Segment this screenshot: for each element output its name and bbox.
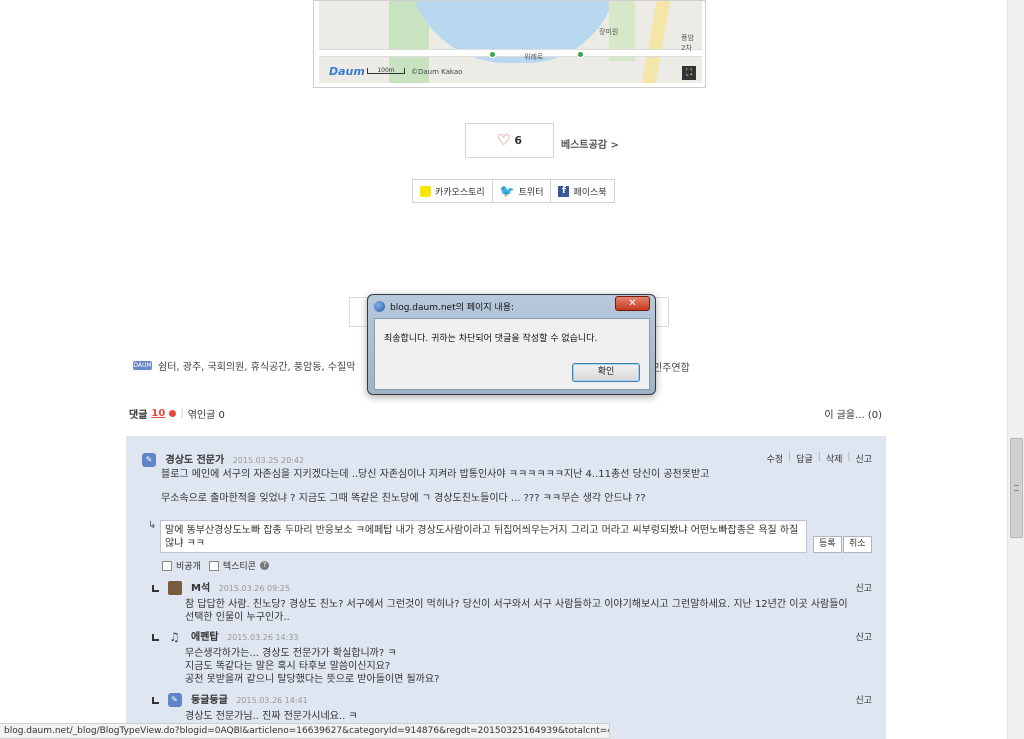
close-button[interactable]: ✕ bbox=[615, 296, 650, 311]
dialog-message: 죄송합니다. 귀하는 차단되어 댓글을 작성할 수 없습니다. bbox=[384, 334, 598, 344]
divider: | bbox=[817, 452, 821, 462]
comment-icon: ✎ bbox=[167, 693, 182, 707]
reply-author[interactable]: 에펜탑 bbox=[191, 632, 219, 643]
map-copyright: ©Daum Kakao bbox=[411, 68, 463, 76]
share-twitter-button[interactable]: 🐦 트위터 bbox=[493, 180, 552, 202]
map-road-vertical bbox=[641, 1, 671, 83]
fullscreen-icon[interactable]: ⛶ bbox=[682, 66, 696, 80]
reply-button[interactable]: 답글 bbox=[796, 452, 813, 465]
reply-author[interactable]: M석 bbox=[191, 583, 210, 594]
reply-date: 2015.03.26 14:41 bbox=[236, 696, 308, 705]
share-twitter-label: 트위터 bbox=[518, 187, 544, 198]
heart-icon: ♡ bbox=[496, 131, 511, 149]
edit-button[interactable]: 수정 bbox=[767, 452, 784, 465]
emoticon-label: 텍스티콘 bbox=[222, 562, 256, 572]
help-icon[interactable]: ? bbox=[259, 561, 269, 570]
reply-indent-icon bbox=[152, 696, 159, 704]
reply-arrow-icon: ↳ bbox=[148, 520, 157, 531]
comments-label: 댓글 bbox=[129, 410, 148, 421]
share-bar: 카카오스토리 🐦 트위터 f 페이스북 bbox=[412, 179, 615, 203]
divider: | bbox=[847, 452, 851, 462]
comment-body-line: 무소속으로 출마한적을 잊었냐 ? 지금도 그때 똑같은 친노당에 ㄱ 경상도친… bbox=[161, 493, 646, 504]
scrollbar-grip-icon bbox=[1014, 485, 1019, 491]
map-label: 위례로 bbox=[524, 53, 544, 61]
alert-dialog: blog.daum.net의 페이지 내용: ✕ 죄송합니다. 귀하는 차단되어… bbox=[367, 294, 656, 395]
reply-header: ✎ 둥글둥글 2015.03.26 14:41 bbox=[152, 691, 308, 707]
best-empathy-link[interactable]: 베스트공감 > bbox=[561, 136, 619, 151]
comments-panel: ✎ 경상도 전문가 2015.03.25 20:42 수정 | 답글 | 삭제 | 신… bbox=[126, 436, 886, 739]
reply-body-line: 무슨생각하가는... 경상도 전문가가 확실합니까? ㅋ bbox=[185, 648, 397, 659]
report-button[interactable]: 신고 bbox=[855, 581, 872, 594]
facebook-icon: f bbox=[558, 185, 570, 197]
like-count: 6 bbox=[514, 134, 523, 147]
share-kakaostory-button[interactable]: 카카오스토리 bbox=[413, 180, 493, 202]
reply-body-line: 지금도 똑같다는 말은 혹시 타후보 말씀이신지요? bbox=[185, 661, 391, 672]
tag-links[interactable]: 쉼터, 광주, 국회의원, 휴식공간, 풍암동, 수질악 bbox=[158, 358, 355, 373]
reply-indent-icon bbox=[152, 584, 159, 592]
cancel-button[interactable]: 취소 bbox=[843, 536, 872, 553]
new-badge-icon bbox=[169, 410, 177, 417]
vertical-scrollbar[interactable] bbox=[1007, 0, 1024, 739]
related-posts-link[interactable]: 이 글을... (0) bbox=[824, 406, 882, 421]
dialog-body: 죄송합니다. 귀하는 차단되어 댓글을 작성할 수 없습니다. 확인 bbox=[374, 318, 650, 390]
map-scale-bar: 100m bbox=[367, 68, 405, 74]
comment-author[interactable]: 경상도 전문가 bbox=[166, 455, 225, 466]
private-label: 비공개 bbox=[176, 562, 201, 572]
comment-header: ✎ 경상도 전문가 2015.03.25 20:42 bbox=[142, 451, 304, 467]
delete-button[interactable]: 삭제 bbox=[826, 452, 843, 465]
comments-header: 댓글 10 | 엮인글 0 bbox=[129, 406, 225, 421]
reply-body-line: 경상도 전문가님.. 진짜 전문가시네요.. ㅋ bbox=[185, 711, 358, 722]
reply-body-line: 공천 못받을꺼 같으니 탈당했다는 뜻으로 받아들이면 될까요? bbox=[185, 674, 440, 685]
daum-map-logo: Daum bbox=[329, 65, 365, 78]
divider: | bbox=[180, 408, 184, 419]
like-button[interactable]: ♡ 6 bbox=[465, 123, 554, 158]
map-marker-icon[interactable] bbox=[577, 51, 584, 58]
comment-date: 2015.03.25 20:42 bbox=[232, 456, 305, 465]
report-button[interactable]: 신고 bbox=[855, 630, 872, 643]
reply-textarea[interactable]: 말에 똥부산경상도노빠 잡종 두마리 반응보소 ㅋ에페탑 내가 경상도사람이라고… bbox=[160, 520, 807, 553]
avatar bbox=[167, 581, 182, 595]
map-label: 장미원 bbox=[599, 28, 619, 36]
share-facebook-label: 페이스북 bbox=[573, 187, 607, 198]
submit-button[interactable]: 등록 bbox=[813, 536, 842, 553]
emoticon-checkbox[interactable] bbox=[208, 560, 219, 571]
reply-header: M석 2015.03.26 09:25 bbox=[152, 579, 290, 595]
map-marker-icon[interactable] bbox=[489, 51, 496, 58]
comment-icon: ✎ bbox=[142, 453, 156, 467]
ok-button[interactable]: 확인 bbox=[572, 363, 640, 382]
map-canvas[interactable]: 장미원 위례로 풍암 2차 Daum 100m ©Daum Kakao ⛶ bbox=[319, 1, 702, 83]
map-road-horizontal bbox=[319, 49, 702, 57]
dialog-title: blog.daum.net의 페이지 내용: bbox=[390, 303, 515, 313]
music-note-icon: ♫ bbox=[169, 630, 180, 644]
report-button[interactable]: 신고 bbox=[855, 693, 872, 706]
share-kakaostory-label: 카카오스토리 bbox=[435, 187, 485, 198]
reply-date: 2015.03.26 14:33 bbox=[227, 633, 299, 642]
scrollbar-thumb[interactable] bbox=[1010, 438, 1023, 538]
reply-header: ♫ 에펜탑 2015.03.26 14:33 bbox=[152, 628, 299, 644]
trackback-count[interactable]: 엮인글 0 bbox=[188, 406, 225, 421]
map-label: 풍암 2차 bbox=[681, 34, 694, 52]
comment-actions: 수정 | 답글 | 삭제 | 신고 bbox=[767, 452, 872, 465]
reply-body-line: 선택한 인물이 누구인가.. bbox=[185, 612, 290, 623]
browser-globe-icon bbox=[374, 301, 385, 312]
private-checkbox[interactable] bbox=[162, 560, 172, 571]
browser-status-bar: blog.daum.net/_blog/BlogTypeView.do?blog… bbox=[0, 723, 610, 739]
tag-list: DAUM 쉼터, 광주, 국회의원, 휴식공간, 풍암동, 수질악 bbox=[133, 358, 355, 373]
share-facebook-button[interactable]: f 페이스북 bbox=[551, 180, 613, 202]
reply-indent-icon bbox=[152, 633, 159, 641]
kakaostory-icon bbox=[420, 185, 431, 197]
twitter-icon: 🐦 bbox=[499, 184, 515, 198]
divider: | bbox=[788, 452, 792, 462]
comment-body-line: 블로그 메인에 서구의 자존심을 지키겠다는데 ..당신 자존심이나 지켜라 밥… bbox=[161, 469, 710, 480]
report-button[interactable]: 신고 bbox=[855, 452, 872, 465]
reply-date: 2015.03.26 09:25 bbox=[218, 584, 291, 593]
map-widget[interactable]: 장미원 위례로 풍암 2차 Daum 100m ©Daum Kakao ⛶ bbox=[313, 0, 706, 88]
tag-icon: DAUM bbox=[133, 361, 152, 370]
reply-options: 비공개 텍스티콘 ? bbox=[162, 559, 269, 572]
tag-link-tail[interactable]: 민주연합 bbox=[653, 359, 690, 374]
reply-author[interactable]: 둥글둥글 bbox=[191, 695, 228, 706]
comments-count[interactable]: 10 bbox=[151, 408, 165, 419]
reply-body-line: 참 답답한 사람. 친노당? 경상도 친노? 서구에서 그런것이 먹히나? 당신… bbox=[185, 599, 848, 610]
